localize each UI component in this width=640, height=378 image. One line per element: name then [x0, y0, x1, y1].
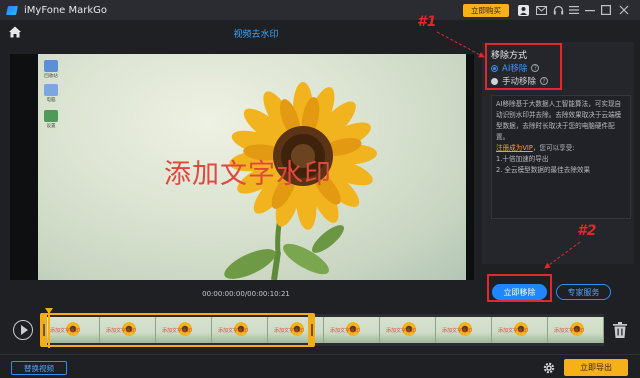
video-frame-image: 回收站 电脑 设置 添加文字水印: [38, 54, 466, 280]
playhead[interactable]: [45, 308, 53, 348]
description-text: AI移除基于大数据人工智能算法，可实现自动识别水印并去除。去除效果取决于云端模型…: [496, 100, 622, 141]
timeline-thumbnail: 添加文字水印: [548, 317, 604, 343]
option-label: AI移除: [502, 64, 528, 74]
timecode: 00:00:00:00/00:00:10:21: [202, 290, 290, 298]
thumb-watermark: 添加文字水印: [330, 328, 361, 334]
annotation-label-1: #1: [417, 14, 437, 30]
description-box: AI移除基于大数据人工智能算法，可实现自动识别水印并去除。去除效果取决于云端模型…: [491, 95, 631, 219]
timeline-thumbnail: 添加文字水印: [436, 317, 492, 343]
annotation-label-2: #2: [577, 223, 597, 239]
help-icon[interactable]: ?: [540, 77, 549, 85]
radio-selected-icon: [491, 64, 498, 72]
thumb-watermark: 添加文字水印: [442, 328, 473, 334]
benefit-item: 1.十倍加速的导出: [496, 155, 549, 163]
minimize-icon[interactable]: [584, 4, 596, 16]
option-label: 手动移除: [502, 77, 537, 87]
menu-icon[interactable]: [568, 4, 580, 16]
buy-now-button[interactable]: 立即购买: [463, 4, 509, 17]
timeline-selection[interactable]: [42, 313, 314, 347]
expert-service-button[interactable]: 专家服务: [556, 284, 611, 300]
export-now-button[interactable]: 立即导出: [564, 359, 628, 376]
video-preview[interactable]: 回收站 电脑 设置 添加文字水印: [10, 54, 474, 280]
app-logo-icon: [6, 4, 18, 16]
vip-suffix: ，您可以享受:: [532, 144, 575, 152]
radio-unselected-icon: [491, 77, 498, 85]
option-manual-remove[interactable]: 手动移除 ?: [491, 75, 549, 87]
timeline-thumbnail: 添加文字水印: [492, 317, 548, 343]
home-icon[interactable]: [8, 25, 22, 39]
remove-now-button[interactable]: 立即移除: [492, 284, 547, 300]
app-name: iMyFone MarkGo: [24, 4, 108, 16]
selection-start-handle[interactable]: [40, 313, 47, 347]
replace-video-button[interactable]: 替换视频: [11, 361, 67, 375]
benefit-item: 2. 全云模型数据的最佳去除效果: [496, 166, 591, 174]
watermark-text[interactable]: 添加文字水印: [164, 152, 332, 191]
vip-link[interactable]: 注册成为VIP: [496, 144, 533, 152]
support-icon[interactable]: [552, 4, 564, 16]
trash-icon[interactable]: [613, 322, 627, 338]
thumb-watermark: 添加文字水印: [498, 328, 529, 334]
help-icon[interactable]: ?: [531, 64, 540, 72]
mail-icon[interactable]: [535, 4, 547, 16]
removal-mode-title: 移除方式: [491, 51, 528, 61]
thumb-watermark: 添加文字水印: [386, 328, 417, 334]
timeline-thumbnail: 添加文字水印: [324, 317, 380, 343]
thumb-watermark: 添加文字水印: [554, 328, 585, 334]
option-ai-remove[interactable]: AI移除 ?: [491, 62, 540, 74]
selection-end-handle[interactable]: [308, 313, 315, 347]
timeline-thumbnail: 添加文字水印: [380, 317, 436, 343]
maximize-icon[interactable]: [600, 4, 612, 16]
account-icon[interactable]: [517, 4, 529, 16]
footer-divider: [0, 354, 640, 355]
vip-line: 注册成为VIP，您可以享受:: [496, 143, 626, 154]
gear-icon[interactable]: [543, 362, 555, 374]
close-icon[interactable]: [618, 4, 630, 16]
play-button[interactable]: [13, 320, 33, 340]
page-title: 视频去水印: [233, 30, 279, 40]
